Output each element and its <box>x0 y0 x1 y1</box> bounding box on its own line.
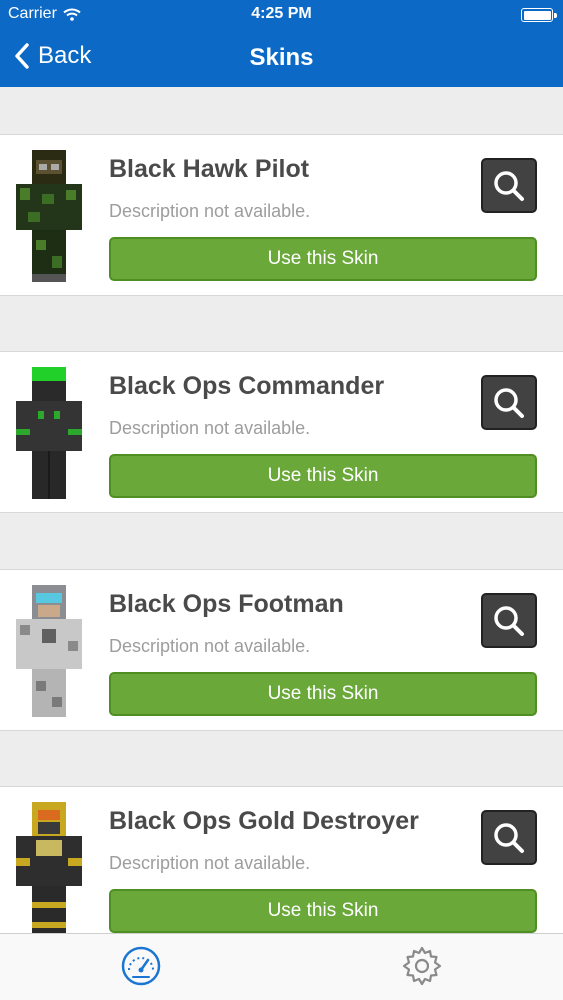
preview-button[interactable] <box>481 158 537 213</box>
skin-title: Black Ops Commander <box>109 372 385 400</box>
search-icon <box>494 605 524 636</box>
search-icon <box>494 387 524 418</box>
use-skin-button[interactable]: Use this Skin <box>109 454 537 498</box>
preview-button[interactable] <box>481 593 537 648</box>
use-skin-button[interactable]: Use this Skin <box>109 672 537 716</box>
skin-description: Description not available. <box>109 853 311 873</box>
speedometer-icon <box>121 946 161 986</box>
skin-card: Black Hawk Pilot Description not availab… <box>0 134 563 296</box>
skin-preview-black-ops-commander <box>16 367 82 499</box>
battery-icon <box>521 8 557 22</box>
skin-description: Description not available. <box>109 418 311 438</box>
app-header: Carrier 4:25 PM Back Skins <box>0 0 563 87</box>
status-bar: Carrier 4:25 PM <box>0 0 563 30</box>
skin-card: Black Ops Gold Destroyer Description not… <box>0 786 563 948</box>
use-skin-button[interactable]: Use this Skin <box>109 889 537 933</box>
clock: 4:25 PM <box>251 5 312 22</box>
preview-button[interactable] <box>481 375 537 430</box>
tab-dashboard[interactable] <box>119 944 163 988</box>
tab-bar <box>0 933 563 1000</box>
gear-icon <box>402 946 442 986</box>
tab-settings[interactable] <box>400 944 444 988</box>
skin-card: Black Ops Commander Description not avai… <box>0 351 563 513</box>
skin-preview-black-ops-footman <box>16 585 82 717</box>
skin-description: Description not available. <box>109 201 311 221</box>
search-icon <box>494 822 524 853</box>
navigation-bar: Back Skins <box>0 30 563 87</box>
skin-preview-black-hawk-pilot <box>16 150 82 282</box>
page-title: Skins <box>249 44 314 71</box>
skin-title: Black Ops Gold Destroyer <box>109 807 419 835</box>
skin-preview-black-ops-gold-destroyer <box>16 802 82 934</box>
preview-button[interactable] <box>481 810 537 865</box>
search-icon <box>494 170 524 201</box>
skin-card: Black Ops Footman Description not availa… <box>0 569 563 731</box>
skin-title: Black Hawk Pilot <box>109 155 310 183</box>
skin-title: Black Ops Footman <box>109 590 344 618</box>
use-skin-button[interactable]: Use this Skin <box>109 237 537 281</box>
skin-description: Description not available. <box>109 636 311 656</box>
